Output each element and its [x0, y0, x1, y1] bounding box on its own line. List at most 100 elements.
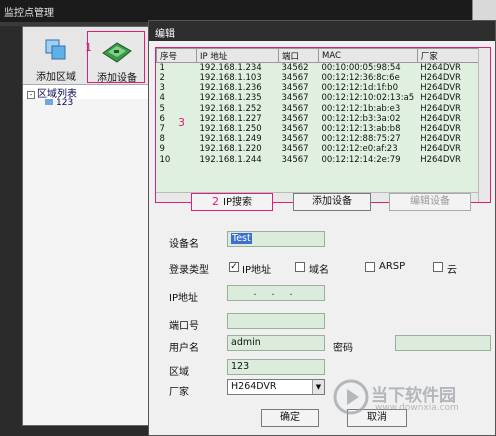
window-close-button[interactable] [472, 0, 496, 22]
vendor-label: 厂家 [169, 387, 189, 398]
table-cell: 3 [159, 83, 165, 94]
add-area-label: 添加区域 [36, 72, 76, 83]
cloud-checkbox[interactable] [433, 262, 443, 272]
table-cell: 00:12:12:88:75:27 [321, 134, 401, 145]
table-row[interactable]: 9 192.168.1.220 34567 00:12:12:e0:af:23 H264… [157, 144, 490, 154]
device-table: 序号 IP 地址 端口 MAC 厂家 1 192.168.1.234 34562 00… [156, 48, 491, 165]
col-header-ip[interactable]: IP 地址 [196, 48, 279, 63]
watermark-logo-icon [333, 379, 369, 415]
password-label: 密码 [333, 343, 353, 354]
table-cell: 34567 [281, 83, 309, 94]
port-label: 端口号 [169, 321, 199, 332]
annotation-marker-3: 3 [178, 116, 185, 129]
ip-option-label: IP地址 [242, 265, 271, 276]
vendor-select[interactable]: H264DVR ▼ [227, 379, 325, 395]
login-type-label: 登录类型 [169, 265, 209, 276]
table-cell: 192.168.1.250 [199, 124, 262, 135]
table-cell: 34567 [281, 93, 309, 104]
arsp-option-label: ARSP [379, 261, 406, 272]
domain-option-label: 域名 [309, 265, 329, 276]
ip-address-input[interactable]: . . . [227, 285, 325, 301]
arsp-checkbox[interactable] [365, 262, 375, 272]
table-row[interactable]: 3 192.168.1.236 34567 00:12:12:1d:1f:b0 H264… [157, 83, 490, 93]
table-cell: 1 [159, 63, 165, 73]
ip-address-label: IP地址 [169, 293, 198, 304]
annotation-marker-2: 2 [212, 195, 219, 208]
table-row[interactable]: 4 192.168.1.235 34567 00:12:12:10:02:13:a5 H… [157, 93, 490, 103]
table-row[interactable]: 1 192.168.1.234 34562 00:10:00:05:98:54 H264… [157, 63, 490, 74]
ip-search-button[interactable]: 2 IP搜索 [191, 193, 273, 211]
username-label: 用户名 [169, 343, 199, 354]
table-cell: 4 [159, 93, 165, 104]
table-cell: 9 [159, 144, 165, 155]
table-cell: 34567 [281, 144, 309, 155]
add-device-icon [102, 42, 132, 63]
edit-device-button[interactable]: 编辑设备 [389, 193, 471, 211]
domain-checkbox[interactable] [295, 262, 305, 272]
password-input[interactable] [395, 335, 491, 351]
table-cell: 192.168.1.220 [199, 144, 262, 155]
table-cell: 00:12:12:b3:3a:02 [321, 113, 401, 124]
dialog-title: 编辑 [149, 21, 495, 41]
table-cell: 8 [159, 134, 165, 145]
vertical-scrollbar[interactable] [478, 48, 490, 202]
tree-expand-icon[interactable]: - [27, 91, 35, 99]
annotation-marker-1: 1 [85, 41, 92, 54]
col-header-index[interactable]: 序号 [156, 48, 197, 63]
port-input[interactable] [227, 313, 325, 329]
window-titlebar: 监控点管理 [0, 0, 496, 22]
ip-checkbox[interactable]: ✓ [229, 262, 239, 272]
table-cell: 192.168.1.235 [199, 93, 262, 104]
edit-dialog: 编辑 序号 IP 地址 端口 MAC 厂家 1 192.168.1.234 3456… [148, 20, 496, 436]
table-cell: 00:12:12:10:02:13:a5 [321, 93, 415, 104]
table-row[interactable]: 8 192.168.1.249 34567 00:12:12:88:75:27 H264… [157, 134, 490, 144]
col-header-port[interactable]: 端口 [278, 48, 319, 63]
table-cell: 00:12:12:e0:af:23 [321, 144, 398, 155]
table-cell: 192.168.1.234 [199, 63, 262, 73]
table-cell: 00:12:12:1d:1f:b0 [321, 83, 398, 94]
table-cell: 00:10:00:05:98:54 [321, 63, 401, 73]
add-area-button[interactable]: 添加区域 [27, 31, 85, 83]
table-cell: 6 [159, 113, 165, 124]
window-title: 监控点管理 [4, 8, 54, 19]
area-input[interactable]: 123 [227, 359, 325, 375]
table-cell: 34562 [281, 63, 309, 73]
table-cell: 34567 [281, 113, 309, 124]
tree-folder-icon [45, 99, 53, 105]
table-row[interactable]: 5 192.168.1.252 34567 00:12:12:1b:ab:e3 H264… [157, 104, 490, 114]
table-cell: 5 [159, 103, 165, 114]
add-device-dialog-button[interactable]: 添加设备 [293, 193, 371, 211]
device-name-input[interactable]: Test [227, 231, 325, 247]
chevron-down-icon[interactable]: ▼ [312, 380, 324, 394]
ok-button[interactable]: 确定 [261, 409, 319, 427]
ip-search-label: IP搜索 [223, 197, 252, 208]
tree-child-item[interactable]: 123 [45, 98, 73, 108]
table-cell: 192.168.1.244 [199, 154, 262, 165]
table-cell: 192.168.1.252 [199, 103, 262, 114]
table-cell: 2 [159, 73, 165, 84]
username-input[interactable]: admin [227, 335, 325, 351]
table-cell: 34567 [281, 103, 309, 114]
table-row[interactable]: 2 192.168.1.103 34567 00:12:12:36:8c:6e H264… [157, 73, 490, 83]
table-cell: 34567 [281, 154, 309, 165]
table-cell: 192.168.1.227 [199, 113, 262, 124]
table-cell: 00:12:12:1b:ab:e3 [321, 103, 401, 114]
table-cell: 192.168.1.103 [199, 73, 262, 84]
table-cell: 34567 [281, 134, 309, 145]
table-row[interactable]: 10 192.168.1.244 34567 00:12:12:14:2e:79 H26… [157, 155, 490, 165]
table-cell: 10 [159, 154, 171, 165]
add-device-button[interactable]: 添加设备 [87, 31, 145, 84]
table-cell: 7 [159, 124, 165, 135]
toolbar: 添加区域 添加设备 1 [23, 27, 149, 85]
device-list: 序号 IP 地址 端口 MAC 厂家 1 192.168.1.234 34562 00… [155, 47, 491, 203]
table-row[interactable]: 7 192.168.1.250 34567 00:12:12:13:ab:b8 H264… [157, 124, 490, 134]
table-cell: 34567 [281, 73, 309, 84]
table-cell: 00:12:12:13:ab:b8 [321, 124, 401, 135]
table-cell: 00:12:12:14:2e:79 [321, 154, 401, 165]
tree-child-label: 123 [56, 98, 74, 108]
add-device-label: 添加设备 [97, 73, 137, 84]
table-cell: 00:12:12:36:8c:6e [321, 73, 400, 84]
col-header-mac[interactable]: MAC [318, 48, 418, 63]
cloud-option-label: 云 [447, 265, 457, 276]
table-row[interactable]: 6 192.168.1.227 34567 00:12:12:b3:3a:02 H264… [157, 114, 490, 124]
